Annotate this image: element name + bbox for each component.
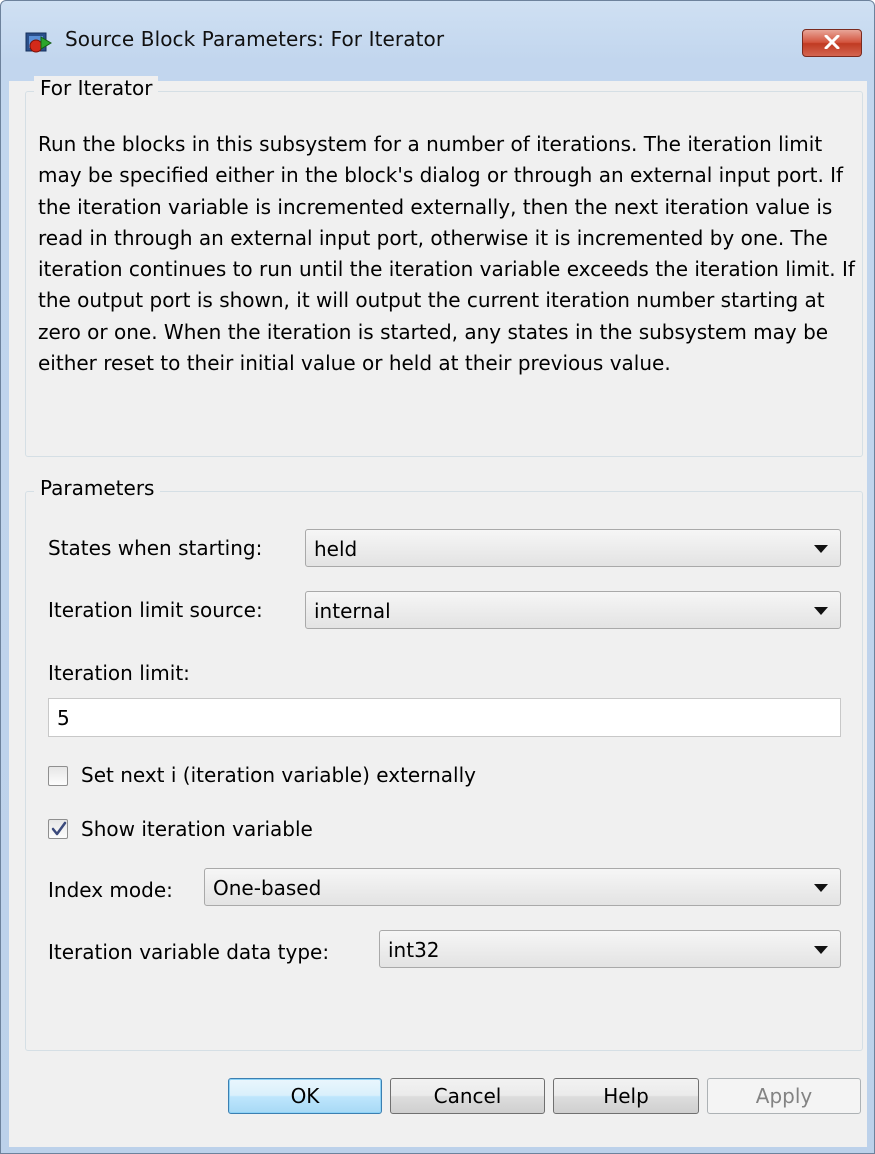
- chevron-down-icon: [814, 946, 828, 954]
- ok-button[interactable]: OK: [228, 1078, 382, 1114]
- chevron-down-icon: [814, 545, 828, 553]
- parameters-group-label: Parameters: [34, 476, 161, 500]
- iteration-limit-source-label: Iteration limit source:: [48, 598, 263, 622]
- description-group-label: For Iterator: [34, 76, 159, 100]
- close-button[interactable]: [802, 29, 862, 57]
- dialog-window: Source Block Parameters: For Iterator Fo…: [0, 0, 875, 1154]
- apply-button[interactable]: Apply: [707, 1078, 861, 1114]
- iteration-variable-data-type-value: int32: [388, 938, 440, 962]
- index-mode-select[interactable]: One-based: [204, 868, 841, 906]
- iteration-variable-data-type-label: Iteration variable data type:: [48, 940, 330, 964]
- window-title: Source Block Parameters: For Iterator: [65, 27, 445, 51]
- set-next-i-label[interactable]: Set next i (iteration variable) external…: [81, 763, 476, 787]
- iteration-limit-source-value: internal: [314, 599, 391, 623]
- cancel-button[interactable]: Cancel: [390, 1078, 545, 1114]
- index-mode-value: One-based: [213, 876, 322, 900]
- iteration-limit-label: Iteration limit:: [48, 661, 190, 685]
- simulink-block-icon: [25, 31, 53, 55]
- close-x-icon: [824, 34, 840, 53]
- set-next-i-checkbox[interactable]: [48, 766, 68, 786]
- states-when-starting-label: States when starting:: [48, 536, 263, 560]
- iteration-variable-data-type-select[interactable]: int32: [379, 930, 841, 968]
- iteration-limit-field-box: [48, 698, 841, 737]
- show-iteration-variable-checkbox[interactable]: [48, 819, 68, 839]
- states-when-starting-select[interactable]: held: [305, 529, 841, 567]
- chevron-down-icon: [814, 884, 828, 892]
- chevron-down-icon: [814, 607, 828, 615]
- help-button[interactable]: Help: [553, 1078, 699, 1114]
- block-description: Run the blocks in this subsystem for a n…: [38, 132, 855, 376]
- title-bar[interactable]: Source Block Parameters: For Iterator: [1, 1, 874, 81]
- index-mode-label: Index mode:: [48, 878, 173, 902]
- iteration-limit-input[interactable]: [57, 706, 817, 730]
- iteration-limit-source-select[interactable]: internal: [305, 591, 841, 629]
- states-when-starting-value: held: [314, 537, 358, 561]
- show-iteration-variable-label[interactable]: Show iteration variable: [81, 817, 313, 841]
